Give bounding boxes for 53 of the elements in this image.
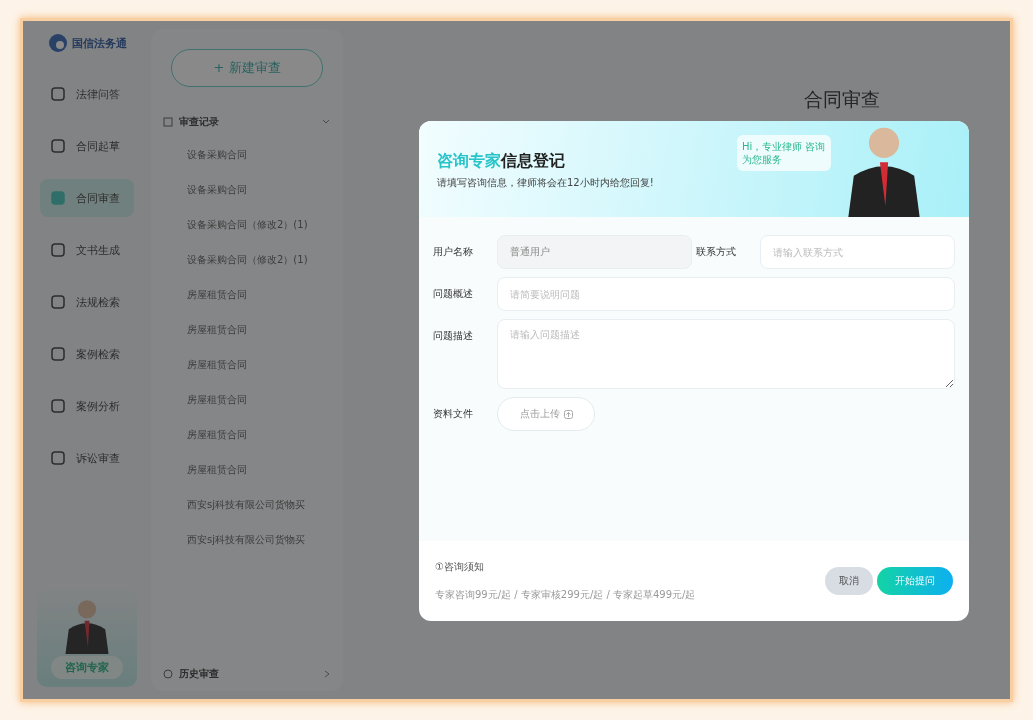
list-icon <box>163 117 173 127</box>
nav-icon <box>50 346 66 362</box>
upload-icon <box>563 409 573 419</box>
nav-icon <box>50 138 66 154</box>
upload-button[interactable]: 点击上传 <box>497 397 595 431</box>
nav-icon <box>50 294 66 310</box>
record-item[interactable]: 房屋租赁合同 <box>163 417 331 452</box>
record-item[interactable]: 西安sj科技有限公司货物买 <box>163 487 331 522</box>
price-notice: 专家咨询99元/起 / 专家审核299元/起 / 专家起草499元/起 <box>435 588 696 602</box>
nav-item[interactable]: 法规检索 <box>40 283 134 321</box>
record-item[interactable]: 设备采购合同（修改2）(1) <box>163 207 331 242</box>
record-item[interactable]: 房屋租赁合同 <box>163 347 331 382</box>
nav-icon <box>50 450 66 466</box>
logo-icon <box>47 33 68 53</box>
field-label: 问题描述 <box>433 329 474 343</box>
record-item[interactable]: 房屋租赁合同 <box>163 312 331 347</box>
chevron-icon <box>323 669 331 679</box>
new-review-button[interactable]: + 新建审查 <box>171 49 323 87</box>
field-label: 资料文件 <box>433 407 474 421</box>
record-item[interactable]: 设备采购合同 <box>163 172 331 207</box>
field-label: 联系方式 <box>696 245 737 259</box>
dialog-title: 咨询专家信息登记 <box>437 151 565 172</box>
nav-item[interactable]: 合同审查 <box>40 179 134 217</box>
nav-item[interactable]: 合同起草 <box>40 127 134 165</box>
history-label[interactable]: 历史审查 <box>179 667 317 681</box>
record-item[interactable]: 西安sj科技有限公司货物买 <box>163 522 331 557</box>
record-item[interactable]: 设备采购合同 <box>163 137 331 172</box>
field-label: 用户名称 <box>433 245 474 259</box>
page-title: 合同审查 <box>803 87 880 112</box>
nav-item[interactable]: 案例检索 <box>40 335 134 373</box>
nav-icon <box>50 190 66 206</box>
record-item[interactable]: 设备采购合同（修改2）(1) <box>163 242 331 277</box>
speech-bubble: Hi，专业律师 咨询为您服务 <box>737 135 831 171</box>
field-label: 问题概述 <box>433 287 474 301</box>
record-item[interactable]: 房屋租赁合同 <box>163 452 331 487</box>
cancel-button[interactable]: 取消 <box>825 567 873 595</box>
record-item[interactable]: 房屋租赁合同 <box>163 277 331 312</box>
nav-item[interactable]: 诉讼审查 <box>40 439 134 477</box>
brand-name: 国信法务通 <box>71 35 127 51</box>
nav-item[interactable]: 法律问答 <box>40 75 134 113</box>
nav-icon <box>50 398 66 414</box>
description-field[interactable]: 请输入问题描述 <box>497 319 955 389</box>
nav-icon <box>50 242 66 258</box>
nav-icon <box>50 86 66 102</box>
clock-icon <box>163 669 173 679</box>
section-title: 审查记录 <box>179 115 220 129</box>
nav-item[interactable]: 文书生成 <box>40 231 134 269</box>
nav-item[interactable]: 案例分析 <box>40 387 134 425</box>
expert-label: 咨询专家 <box>51 656 123 679</box>
record-item[interactable]: 房屋租赁合同 <box>163 382 331 417</box>
notice-title: ①咨询须知 <box>435 560 485 574</box>
submit-button[interactable]: 开始提问 <box>877 567 953 595</box>
dialog-subtitle: 请填写咨询信息，律师将会在12小时内给您回复! <box>437 176 654 190</box>
